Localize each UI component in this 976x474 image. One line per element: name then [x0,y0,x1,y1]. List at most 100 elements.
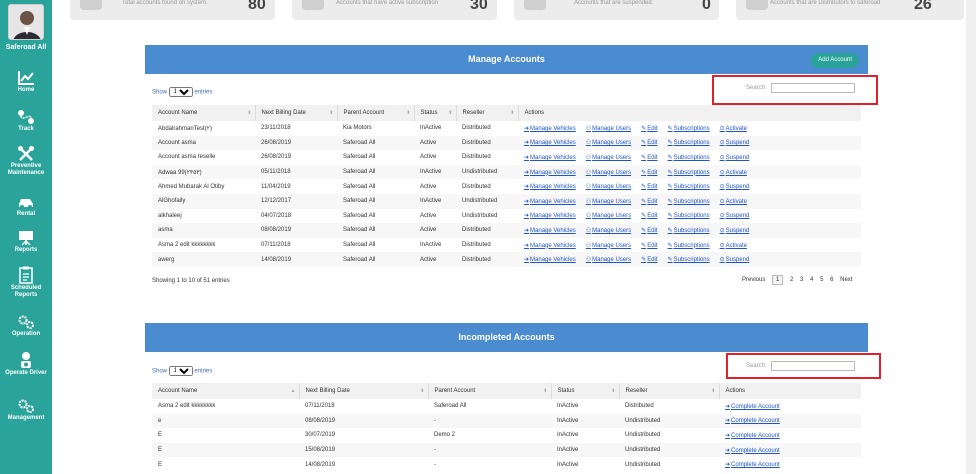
subscriptions-link[interactable]: ✎Subscriptions [668,257,710,263]
manage-users-link[interactable]: ⚇Manage Users [586,257,631,263]
manage-vehicles-link[interactable]: ➜Manage Vehicles [524,228,576,234]
status-toggle-link[interactable]: ⊙Activate [720,126,747,132]
actions-cell: ➜Manage Vehicles ⚇Manage Users ✎Edit ✎Subsc… [518,135,861,151]
manage-vehicles-link[interactable]: ➜Manage Vehicles [524,126,576,132]
table-cell: Distributed [456,135,518,151]
status-toggle-link[interactable]: ⊙Suspend [720,184,750,190]
page-size-select[interactable]: 10 [168,87,193,97]
edit-link[interactable]: ✎Edit [641,170,657,176]
pager-page[interactable]: 6 [830,277,833,283]
sidebar-item-reports[interactable]: Reports [0,230,52,254]
status-toggle-link[interactable]: ⊙Activate [720,199,747,205]
column-header[interactable]: Parent Account ⬍ [428,383,552,399]
status-toggle-link[interactable]: ⊙Activate [720,170,747,176]
complete-account-link[interactable]: ➜Complete Account [725,448,780,454]
pager-page[interactable]: 1 [772,275,784,285]
manage-vehicles-link[interactable]: ➜Manage Vehicles [524,257,576,263]
pager-page[interactable]: 4 [810,277,813,283]
status-toggle-link[interactable]: ⊙Suspend [720,155,750,161]
column-header[interactable]: Next Billing Date ⬍ [255,105,338,121]
edit-link[interactable]: ✎Edit [641,184,657,190]
complete-account-link[interactable]: ➜Complete Account [725,418,780,424]
subscriptions-link[interactable]: ✎Subscriptions [668,184,710,190]
actions-cell: ➜Manage Vehicles ⚇Manage Users ✎Edit ✎Subsc… [518,238,861,253]
manage-users-link[interactable]: ⚇Manage Users [586,140,631,146]
edit-link[interactable]: ✎Edit [641,257,657,263]
complete-account-link[interactable]: ➜Complete Account [725,433,780,439]
edit-link[interactable]: ✎Edit [641,155,657,161]
actions-cell: ➜Manage Vehicles ⚇Manage Users ✎Edit ✎Subsc… [518,193,861,209]
sidebar-item-home[interactable]: Home [0,70,52,94]
manage-vehicles-link[interactable]: ➜Manage Vehicles [524,170,576,176]
pager-previous[interactable]: Previous [742,277,765,283]
subscriptions-link[interactable]: ✎Subscriptions [668,155,710,161]
action-label: Edit [647,242,658,249]
manage-users-link[interactable]: ⚇Manage Users [586,184,631,190]
manage-vehicles-link[interactable]: ➜Manage Vehicles [524,213,576,219]
pager-page[interactable]: 3 [800,277,803,283]
manage-users-link[interactable]: ⚇Manage Users [586,199,631,205]
status-toggle-link[interactable]: ⊙Suspend [720,257,750,263]
complete-account-link[interactable]: ➜Complete Account [725,404,780,410]
edit-link[interactable]: ✎Edit [641,199,657,205]
edit-link[interactable]: ✎Edit [641,126,657,132]
column-header[interactable]: Reseller ⬍ [619,383,720,399]
subscriptions-link[interactable]: ✎Subscriptions [668,199,710,205]
manage-users-link[interactable]: ⚇Manage Users [586,243,631,249]
manage-users-link[interactable]: ⚇Manage Users [586,155,631,161]
column-header[interactable]: Account Name ⬍ [152,105,256,121]
edit-link[interactable]: ✎Edit [641,243,657,249]
actions-cell: ➜Complete Account [719,399,861,414]
complete-account-link[interactable]: ➜Complete Account [725,462,780,468]
manage-vehicles-link[interactable]: ➜Manage Vehicles [524,140,576,146]
action-label: Complete Account [731,462,780,469]
sidebar-item-operation[interactable]: Operation [0,314,52,338]
sidebar-item-preventive-maintenance[interactable]: Preventive Maintenance [0,146,52,177]
subscriptions-link[interactable]: ✎Subscriptions [668,228,710,234]
page-scrollbar[interactable] [966,0,976,474]
manage-vehicles-link[interactable]: ➜Manage Vehicles [524,199,576,205]
arrow-icon: ➜ [725,418,731,425]
column-header[interactable]: Parent Account ⬍ [337,105,415,121]
subscriptions-link[interactable]: ✎Subscriptions [668,243,710,249]
status-toggle-link[interactable]: ⊙Activate [720,243,747,249]
manage-users-link[interactable]: ⚇Manage Users [586,170,631,176]
status-toggle-link[interactable]: ⊙Suspend [720,228,750,234]
edit-link[interactable]: ✎Edit [641,228,657,234]
column-header-label: Reseller [625,388,648,394]
subscriptions-link[interactable]: ✎Subscriptions [668,126,710,132]
column-header[interactable]: Account Name ▲ [152,383,300,399]
add-account-button[interactable]: Add Account [811,53,859,68]
table-cell: 07/11/2018 [305,403,335,410]
edit-link[interactable]: ✎Edit [641,140,657,146]
pager-page[interactable]: 5 [820,277,823,283]
sidebar-item-management[interactable]: Management [0,398,52,422]
column-header[interactable]: Status ⬍ [551,383,620,399]
manage-vehicles-link[interactable]: ➜Manage Vehicles [524,184,576,190]
avatar[interactable] [8,4,44,40]
sidebar-item-scheduled-reports[interactable]: Scheduled Reports [0,266,52,299]
subscriptions-link[interactable]: ✎Subscriptions [668,140,710,146]
column-header[interactable]: Status ⬍ [414,105,457,121]
pager-next[interactable]: Next [840,277,852,283]
status-toggle-link[interactable]: ⊙Suspend [720,140,750,146]
column-header[interactable]: Reseller ⬍ [456,105,519,121]
table-cell: 08/08/2019 [299,413,428,429]
sidebar-item-operate-driver[interactable]: Operate Driver [0,351,52,377]
edit-link[interactable]: ✎Edit [641,213,657,219]
action-label: Edit [647,154,658,161]
manage-vehicles-link[interactable]: ➜Manage Vehicles [524,243,576,249]
sidebar-item-rental[interactable]: Rental [0,194,52,218]
sidebar-item-track[interactable]: Track [0,109,52,133]
manage-users-link[interactable]: ⚇Manage Users [586,213,631,219]
manage-users-link[interactable]: ⚇Manage Users [586,126,631,132]
pager-page[interactable]: 2 [790,277,793,283]
status-toggle-link[interactable]: ⊙Suspend [720,213,750,219]
manage-vehicles-link[interactable]: ➜Manage Vehicles [524,155,576,161]
actions-cell: ➜Complete Account [719,442,861,458]
column-header[interactable]: Next Billing Date ⬍ [299,383,429,399]
page-size-select[interactable]: 10 [168,366,193,376]
manage-users-link[interactable]: ⚇Manage Users [586,228,631,234]
subscriptions-link[interactable]: ✎Subscriptions [668,170,710,176]
subscriptions-link[interactable]: ✎Subscriptions [668,213,710,219]
